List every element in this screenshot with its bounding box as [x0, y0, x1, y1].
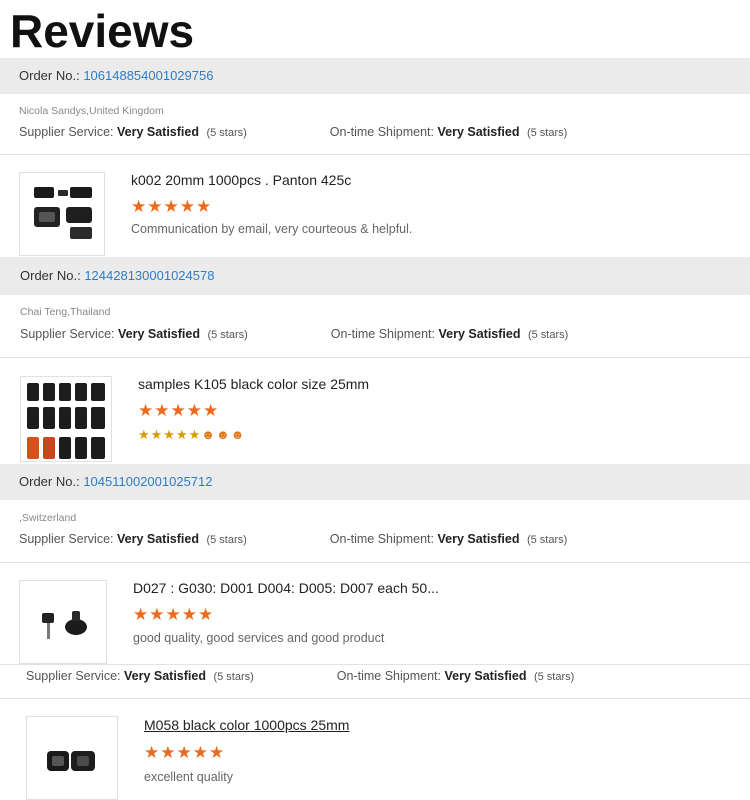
- page-title: Reviews: [10, 5, 195, 57]
- order-bar: Order No.: 124428130001024578: [0, 257, 750, 295]
- buckle-image: [34, 187, 92, 239]
- product-thumbnail[interactable]: [26, 716, 118, 800]
- order-label: Order No.:: [19, 68, 80, 83]
- cord-lock-image: [42, 611, 87, 639]
- shipment-label: On-time Shipment:: [329, 532, 434, 546]
- product-thumbnail[interactable]: [19, 172, 105, 256]
- supplier-service-label: Supplier Service:: [26, 669, 121, 683]
- buyer-name: ,Switzerland: [19, 512, 77, 524]
- review-comment: Communication by email, very courteous &…: [131, 222, 413, 236]
- order-number-link[interactable]: 106148854001029756: [83, 68, 213, 83]
- smiling-face-icon: ☻☻☻: [201, 427, 246, 442]
- product-thumbnail[interactable]: [19, 580, 107, 664]
- divider: [0, 664, 750, 665]
- order-bar: Order No.: 106148854001029756: [0, 58, 750, 94]
- divider: [0, 698, 750, 699]
- buyer-name: Chai Teng,Thailand: [20, 306, 111, 318]
- supplier-service-value: Very Satisfied: [116, 532, 199, 546]
- product-name[interactable]: D027 : G030: D001 D004: D005: D007 each …: [133, 580, 439, 596]
- side-release-buckle-image: [47, 751, 95, 771]
- order-number-link[interactable]: 104511002001025712: [83, 474, 212, 489]
- divider: [0, 357, 750, 358]
- supplier-service-stars: (5 stars): [206, 127, 247, 139]
- supplier-service-stars: (5 stars): [206, 534, 247, 546]
- service-ratings: Supplier Service: Very Satisfied (5 star…: [19, 532, 567, 546]
- service-ratings: Supplier Service: Very Satisfied (5 star…: [26, 669, 574, 683]
- supplier-service-label: Supplier Service:: [20, 327, 115, 341]
- supplier-service-stars: (5 stars): [213, 671, 254, 683]
- supplier-service-stars: (5 stars): [207, 329, 248, 341]
- order-number-link[interactable]: 124428130001024578: [84, 268, 214, 283]
- order-label: Order No.:: [20, 268, 81, 283]
- product-name[interactable]: samples K105 black color size 25mm: [138, 376, 369, 392]
- shipment-label: On-time Shipment:: [330, 327, 435, 341]
- supplier-service-label: Supplier Service:: [19, 532, 114, 546]
- service-ratings: Supplier Service: Very Satisfied (5 star…: [20, 327, 568, 341]
- divider: [0, 562, 750, 563]
- supplier-service-label: Supplier Service:: [19, 125, 114, 139]
- supplier-service-value: Very Satisfied: [123, 669, 206, 683]
- order-bar: Order No.: 104511002001025712: [0, 464, 750, 500]
- supplier-service-value: Very Satisfied: [117, 327, 200, 341]
- product-thumbnail[interactable]: [20, 376, 112, 462]
- product-name-link[interactable]: M058 black color 1000pcs 25mm: [144, 717, 349, 733]
- shipment-value: Very Satisfied: [438, 327, 521, 341]
- comment-star-emojis: ★★★★★: [138, 427, 202, 442]
- divider: [0, 154, 750, 155]
- shipment-label: On-time Shipment:: [329, 125, 434, 139]
- rating-stars: ★★★★★: [144, 743, 226, 762]
- shipment-stars: (5 stars): [533, 671, 575, 683]
- buyer-name: Nicola Sandys,United Kingdom: [19, 105, 164, 117]
- product-name[interactable]: k002 20mm 1000pcs . Panton 425c: [131, 172, 351, 188]
- shipment-value: Very Satisfied: [444, 669, 527, 683]
- shipment-stars: (5 stars): [526, 127, 568, 139]
- review-comment: excellent quality: [144, 770, 233, 784]
- review-comment: good quality, good services and good pro…: [133, 631, 385, 645]
- rating-stars: ★★★★★: [131, 197, 213, 216]
- buckle-grid-image: [27, 383, 105, 459]
- rating-stars: ★★★★★: [138, 401, 220, 420]
- shipment-stars: (5 stars): [526, 534, 568, 546]
- rating-stars: ★★★★★: [133, 605, 215, 624]
- shipment-label: On-time Shipment:: [336, 669, 441, 683]
- order-label: Order No.:: [19, 474, 80, 489]
- shipment-value: Very Satisfied: [437, 532, 520, 546]
- review-comment: ★★★★★☻☻☻: [138, 428, 245, 441]
- service-ratings: Supplier Service: Very Satisfied (5 star…: [19, 125, 567, 139]
- shipment-value: Very Satisfied: [437, 125, 520, 139]
- shipment-stars: (5 stars): [527, 329, 569, 341]
- supplier-service-value: Very Satisfied: [116, 125, 199, 139]
